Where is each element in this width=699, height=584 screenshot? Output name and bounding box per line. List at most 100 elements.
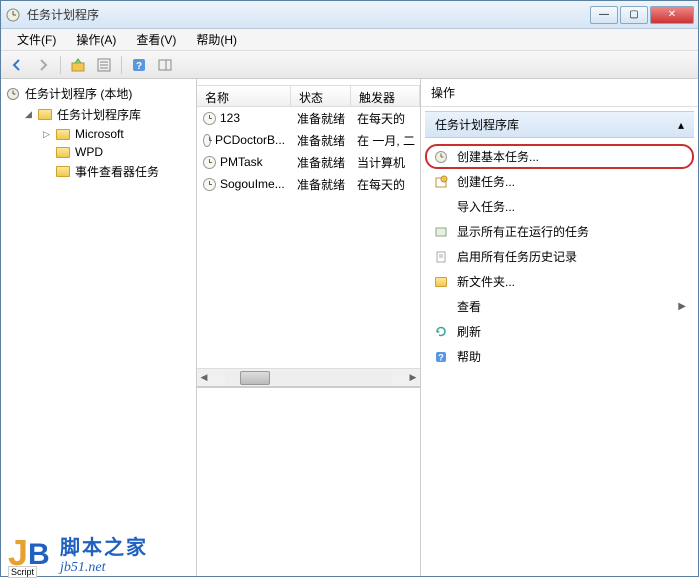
help-icon: ?: [433, 349, 449, 365]
clock-icon: [203, 112, 216, 125]
pane-button[interactable]: [153, 54, 177, 76]
tree-item-label: WPD: [75, 145, 103, 159]
folder-icon: [55, 127, 71, 141]
svg-text:?: ?: [136, 61, 142, 72]
header-trigger[interactable]: 触发器: [351, 86, 420, 106]
task-status: 准备就绪: [291, 152, 351, 173]
properties-button[interactable]: [92, 54, 116, 76]
tree-library-label: 任务计划程序库: [57, 106, 141, 123]
detail-panel: [197, 386, 420, 576]
folder-icon: [37, 108, 53, 122]
action-show-running[interactable]: 显示所有正在运行的任务: [425, 219, 694, 244]
minimize-button[interactable]: —: [590, 6, 618, 24]
action-label: 显示所有正在运行的任务: [457, 223, 589, 240]
menu-action[interactable]: 操作(A): [66, 29, 126, 50]
up-button[interactable]: [66, 54, 90, 76]
tree-panel[interactable]: 任务计划程序 (本地) ◢ 任务计划程序库 ▷ Microsoft: [1, 79, 197, 576]
folder-icon: [55, 165, 71, 179]
action-label: 启用所有任务历史记录: [457, 248, 577, 265]
tree-item-microsoft[interactable]: ▷ Microsoft: [41, 125, 192, 143]
task-row[interactable]: SogouIme... 准备就绪 在每天的: [197, 173, 420, 195]
task-row[interactable]: PCDoctorB... 准备就绪 在 一月, 二: [197, 129, 420, 151]
folder-new-icon: [433, 274, 449, 290]
scroll-left-icon[interactable]: ◀: [197, 371, 211, 385]
scroll-thumb[interactable]: [240, 371, 270, 385]
toolbar: ?: [1, 51, 698, 79]
list-header: 名称 状态 触发器: [197, 85, 420, 107]
action-create-task[interactable]: 创建任务...: [425, 169, 694, 194]
tree-item-wpd[interactable]: WPD: [41, 143, 192, 161]
header-status[interactable]: 状态: [291, 86, 351, 106]
action-label: 导入任务...: [457, 198, 515, 215]
tree-root[interactable]: 任务计划程序 (本地): [5, 83, 192, 104]
clock-icon: [203, 156, 216, 169]
task-name: SogouIme...: [220, 177, 285, 191]
task-name: 123: [220, 111, 240, 125]
menubar: 文件(F) 操作(A) 查看(V) 帮助(H): [1, 29, 698, 51]
refresh-icon: [433, 324, 449, 340]
action-label: 创建基本任务...: [457, 148, 539, 165]
list-body: 123 准备就绪 在每天的 PCDoctorB... 准备就绪 在 一月, 二 …: [197, 107, 420, 368]
expander-icon[interactable]: ▷: [41, 129, 52, 140]
scroll-track[interactable]: [225, 371, 392, 385]
toolbar-separator: [121, 56, 122, 74]
watermark: JB Script 脚本之家 jb51.net: [8, 531, 148, 576]
clock-icon: [203, 178, 216, 191]
clock-icon: [5, 87, 21, 101]
collapse-icon[interactable]: ▴: [678, 118, 684, 132]
action-enable-history[interactable]: 启用所有任务历史记录: [425, 244, 694, 269]
action-refresh[interactable]: 刷新: [425, 319, 694, 344]
back-button[interactable]: [5, 54, 29, 76]
expander-icon[interactable]: ◢: [23, 109, 34, 120]
action-label: 帮助: [457, 348, 481, 365]
action-view[interactable]: 查看 ▶: [425, 294, 694, 319]
tree-root-label: 任务计划程序 (本地): [25, 85, 132, 102]
action-help[interactable]: ? 帮助: [425, 344, 694, 369]
task-trigger: 在每天的: [351, 108, 420, 129]
menu-file[interactable]: 文件(F): [7, 29, 66, 50]
forward-button[interactable]: [31, 54, 55, 76]
chevron-right-icon: ▶: [678, 301, 686, 312]
clock-icon: [433, 149, 449, 165]
maximize-button[interactable]: ▢: [620, 6, 648, 24]
horizontal-scrollbar[interactable]: ◀ ▶: [197, 368, 420, 386]
action-import-task[interactable]: 导入任务...: [425, 194, 694, 219]
svg-text:?: ?: [438, 352, 444, 362]
action-label: 创建任务...: [457, 173, 515, 190]
tree-item-label: Microsoft: [75, 127, 124, 141]
action-label: 刷新: [457, 323, 481, 340]
content-area: 任务计划程序 (本地) ◢ 任务计划程序库 ▷ Microsoft: [1, 79, 698, 576]
task-scheduler-window: 任务计划程序 — ▢ ✕ 文件(F) 操作(A) 查看(V) 帮助(H) ? 任…: [0, 0, 699, 577]
actions-section-header[interactable]: 任务计划程序库 ▴: [425, 111, 694, 138]
task-status: 准备就绪: [291, 130, 351, 151]
action-new-folder[interactable]: 新文件夹...: [425, 269, 694, 294]
titlebar[interactable]: 任务计划程序 — ▢ ✕: [1, 1, 698, 29]
task-new-icon: [433, 174, 449, 190]
watermark-url: jb51.net: [60, 560, 148, 576]
task-status: 准备就绪: [291, 108, 351, 129]
task-trigger: 在 一月, 二: [351, 130, 420, 151]
running-icon: [433, 224, 449, 240]
tree-library[interactable]: ◢ 任务计划程序库: [23, 104, 192, 125]
task-row[interactable]: 123 准备就绪 在每天的: [197, 107, 420, 129]
watermark-cn: 脚本之家: [60, 531, 148, 560]
menu-help[interactable]: 帮助(H): [186, 29, 247, 50]
action-create-basic-task[interactable]: 创建基本任务...: [425, 144, 694, 169]
menu-view[interactable]: 查看(V): [126, 29, 186, 50]
task-trigger: 当计算机: [351, 152, 420, 173]
help-button[interactable]: ?: [127, 54, 151, 76]
task-row[interactable]: PMTask 准备就绪 当计算机: [197, 151, 420, 173]
clock-icon: [203, 134, 211, 147]
tree-item-eventviewer[interactable]: 事件查看器任务: [41, 161, 192, 182]
action-label: 新文件夹...: [457, 273, 515, 290]
close-button[interactable]: ✕: [650, 6, 694, 24]
task-status: 准备就绪: [291, 174, 351, 195]
window-title: 任务计划程序: [27, 6, 590, 23]
scroll-right-icon[interactable]: ▶: [406, 371, 420, 385]
toolbar-separator: [60, 56, 61, 74]
actions-list: 创建基本任务... 创建任务... 导入任务... 显示所有正在运行的任务 启用…: [421, 142, 698, 371]
folder-icon: [55, 145, 71, 159]
app-icon: [5, 7, 21, 23]
task-trigger: 在每天的: [351, 174, 420, 195]
header-name[interactable]: 名称: [197, 86, 291, 106]
